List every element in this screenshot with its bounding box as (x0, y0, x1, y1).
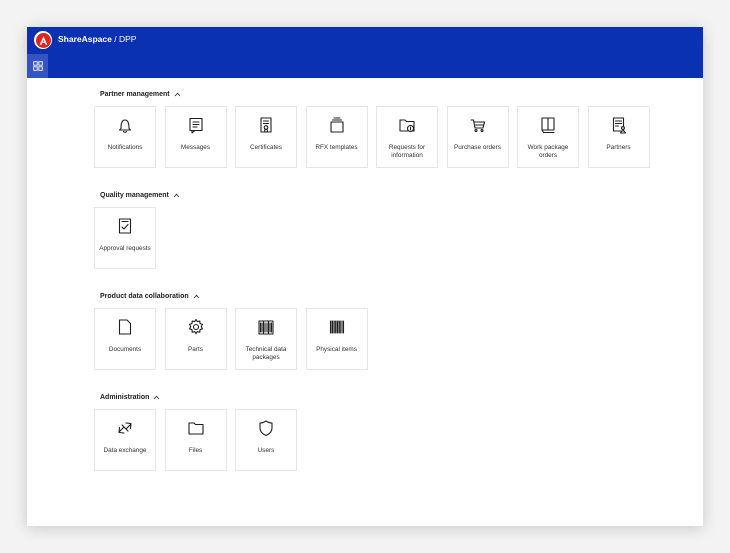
shield-icon (236, 419, 296, 437)
chevron-up-icon[interactable] (173, 193, 180, 198)
tile-files[interactable]: Files (164, 409, 227, 471)
message-icon (166, 116, 226, 134)
exchange-icon (95, 419, 155, 437)
tile-certificates[interactable]: Certificates (235, 106, 297, 168)
section-title: Quality management (100, 191, 169, 199)
shareaspace-logo-icon[interactable] (34, 31, 52, 49)
tile-approval-requests[interactable]: Approval requests (94, 207, 156, 269)
section-header[interactable]: Partner management (100, 87, 703, 101)
certificate-icon (236, 116, 296, 134)
tile-users[interactable]: Users (235, 409, 297, 471)
tile-label: RFX templates (315, 144, 358, 151)
tile-row: Notifications Messages Certificates RFX tem… (94, 106, 703, 168)
section-administration: Administration Data exchange Files Users (94, 390, 703, 471)
tile-partners[interactable]: Partners (587, 106, 650, 168)
app-grid-button[interactable] (27, 54, 48, 78)
checklist-icon (95, 217, 155, 235)
tile-parts[interactable]: Parts (164, 308, 227, 370)
book-icon (518, 116, 578, 134)
main-content: Partner management Notifications Messages C… (94, 87, 703, 491)
cart-icon (448, 116, 508, 134)
folder-info-icon (377, 116, 437, 134)
tile-label: Users (257, 447, 275, 454)
tile-label: Requests for information (388, 144, 426, 159)
section-quality-management: Quality management Approval requests (94, 188, 703, 269)
section-header[interactable]: Product data collaboration (100, 289, 703, 303)
tile-row: Documents Parts Technical data packages Phy… (94, 308, 703, 370)
chevron-up-icon[interactable] (153, 395, 160, 400)
tile-technical-data-packages[interactable]: Technical data packages (235, 308, 297, 370)
top-bar: ShareAspace / DPP (27, 27, 703, 78)
document-icon (95, 318, 155, 336)
section-title: Product data collaboration (100, 292, 189, 300)
partner-icon (589, 116, 649, 134)
chevron-up-icon[interactable] (193, 294, 200, 299)
context-name[interactable]: DPP (119, 34, 136, 44)
tile-rfx-templates[interactable]: RFX templates (305, 106, 368, 168)
tile-row: Data exchange Files Users (94, 409, 703, 471)
section-partner-management: Partner management Notifications Messages C… (94, 87, 703, 168)
tile-label: Files (188, 447, 203, 454)
tile-label: Notifications (107, 144, 143, 151)
breadcrumb: ShareAspace / DPP (58, 34, 136, 44)
section-title: Administration (100, 393, 150, 401)
bell-icon (95, 116, 155, 134)
tile-label: Certificates (250, 144, 282, 151)
grid-icon (32, 61, 43, 71)
tile-data-exchange[interactable]: Data exchange (94, 409, 156, 471)
section-title: Partner management (100, 90, 170, 98)
tile-notifications[interactable]: Notifications (94, 106, 156, 168)
tile-label: Documents (108, 346, 142, 353)
tile-label: Approval requests (99, 245, 151, 252)
tile-row: Approval requests (94, 207, 703, 269)
template-icon (307, 116, 367, 134)
folder-icon (166, 419, 226, 437)
tile-label: Work package orders (527, 144, 569, 159)
breadcrumb-separator: / (111, 34, 119, 44)
chevron-up-icon[interactable] (174, 92, 181, 97)
tile-label: Data exchange (103, 447, 147, 454)
tile-work-package-orders[interactable]: Work package orders (517, 106, 579, 168)
app-window: ShareAspace / DPP Partner management Noti… (27, 27, 703, 526)
tile-label: Parts (188, 346, 203, 353)
tile-label: Messages (180, 144, 211, 151)
tile-documents[interactable]: Documents (94, 308, 156, 370)
app-name[interactable]: ShareAspace (58, 34, 112, 44)
section-product-data-collaboration: Product data collaboration Documents Parts… (94, 289, 703, 370)
section-header[interactable]: Administration (100, 390, 703, 404)
section-header[interactable]: Quality management (100, 188, 703, 202)
tile-purchase-orders[interactable]: Purchase orders (446, 106, 509, 168)
barcode-icon (307, 318, 367, 336)
tile-label: Technical data packages (245, 346, 287, 361)
tile-requests-for-information[interactable]: Requests for information (376, 106, 438, 168)
package-icon (236, 318, 296, 336)
gear-icon (166, 318, 226, 336)
tile-physical-items[interactable]: Physical items (305, 308, 368, 370)
tile-label: Partners (606, 144, 631, 151)
tile-label: Physical items (316, 346, 357, 353)
tile-messages[interactable]: Messages (164, 106, 227, 168)
tile-label: Purchase orders (454, 144, 501, 151)
